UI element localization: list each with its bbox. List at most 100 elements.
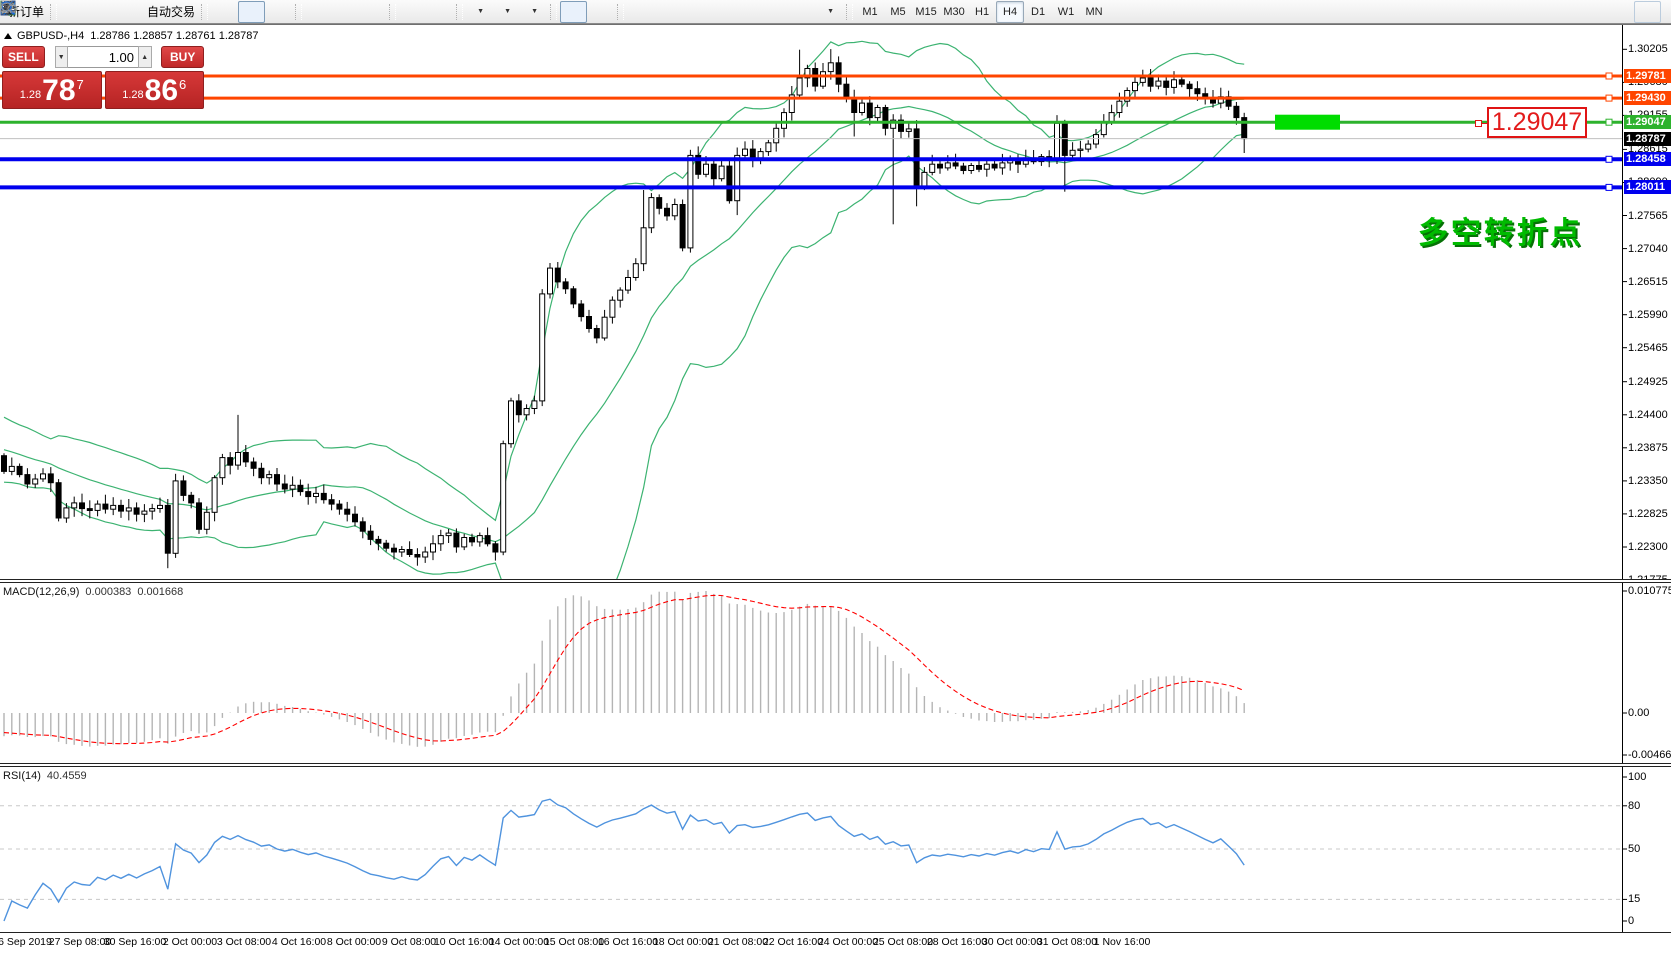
trendline-button[interactable] [681,1,708,23]
time-axis-label: 25 Oct 08:00 [873,936,933,948]
zoom-in-button[interactable] [305,1,332,23]
candle-body [938,164,943,168]
rsi-chart-canvas[interactable] [0,767,1671,932]
time-axis-label: 6 Sep 2019 [0,936,52,948]
candlestick-button[interactable] [238,1,265,23]
candle-body [735,155,740,200]
bollinger-band [4,99,1244,542]
autotrading-button[interactable]: 自动交易 [141,1,198,23]
price-tick-label: 1.30205 [1628,43,1668,55]
candle-body [9,466,14,471]
timeframe-m1[interactable]: M1 [856,1,884,23]
horizontal-line-button[interactable] [654,1,681,23]
candle-body [275,475,280,484]
bar-chart-button[interactable] [211,1,238,23]
candle-body [431,544,436,552]
hline-handle[interactable] [1606,156,1612,162]
bollinger-band [4,41,1244,520]
timeframe-h1[interactable]: H1 [968,1,996,23]
volume-input[interactable] [68,46,138,68]
candle-body [532,401,537,409]
rsi-tick-label: 100 [1628,771,1646,783]
candle-body [56,483,61,518]
search-button[interactable] [1607,1,1634,23]
timeframe-d1[interactable]: D1 [1024,1,1052,23]
buy-price-box[interactable]: 1.28 86 6 [105,71,205,109]
hline-handle[interactable] [1606,95,1612,101]
price-tick-label: 1.22300 [1628,541,1668,553]
sell-button[interactable]: SELL [2,46,45,68]
pivot-annotation-text[interactable]: 多空转折点 [1418,208,1583,252]
equidistant-channel-button[interactable]: E [708,1,735,23]
candle-body [438,536,443,544]
candle-body [555,268,560,282]
time-axis[interactable]: 6 Sep 201927 Sep 08:0030 Sep 16:002 Oct … [0,932,1671,953]
candle-body [33,479,38,484]
chart-shift-button[interactable] [426,1,453,23]
timeframe-m15[interactable]: M15 [912,1,940,23]
candle-body [1000,163,1005,168]
time-axis-label: 9 Oct 08:00 [382,936,436,948]
navigator-button[interactable] [114,1,141,23]
candle-body [1195,89,1200,94]
candle-body [267,475,272,478]
candle-body [509,401,514,444]
candle-body [87,509,92,511]
market-watch-button[interactable] [60,1,87,23]
cursor-button[interactable] [560,1,587,23]
candle-body [360,522,365,531]
periods-button[interactable]: ▼ [493,1,520,23]
line-chart-button[interactable] [265,1,292,23]
indicators-button[interactable]: ▼ [466,1,493,23]
price-annotation-box[interactable]: 1.29047 [1487,107,1587,138]
candle-body [1140,78,1145,82]
candle-body [1148,78,1153,86]
candle-body [984,164,989,169]
zoom-out-button[interactable] [332,1,359,23]
tile-windows-button[interactable] [359,1,386,23]
crosshair-button[interactable] [587,1,614,23]
timeframe-w1[interactable]: W1 [1052,1,1080,23]
hline-handle[interactable] [1606,73,1612,79]
volume-up-button[interactable]: ▲ [138,46,152,68]
vertical-line-button[interactable] [627,1,654,23]
data-window-button[interactable] [87,1,114,23]
window-collapse-icon[interactable] [4,33,12,39]
auto-scroll-button[interactable] [399,1,426,23]
sell-price-prefix: 1.28 [20,89,41,101]
volume-down-button[interactable]: ▼ [55,46,69,68]
macd-chart-canvas[interactable] [0,583,1671,763]
autotrading-label: 自动交易 [147,3,195,20]
sell-price-box[interactable]: 1.28 78 7 [2,71,102,109]
timeframe-m5[interactable]: M5 [884,1,912,23]
chat-button[interactable] [1634,1,1661,23]
toolbar-grip [846,4,853,20]
sell-price-sup: 7 [77,77,84,92]
candle-body [1078,149,1083,150]
candle-body [540,294,545,401]
price-line-label-resistance-2: 1.29430 [1624,91,1671,105]
templates-button[interactable]: ▼ [520,1,547,23]
buy-button[interactable]: BUY [161,46,204,68]
candle-body [1086,144,1091,149]
buy-price-prefix: 1.28 [122,89,143,101]
text-button[interactable]: A [762,1,789,23]
highlight-rect-annotation[interactable] [1275,115,1340,130]
timeframe-mn[interactable]: MN [1080,1,1108,23]
toolbar-grip [50,4,57,20]
candle-body [883,108,888,129]
price-chart-canvas[interactable] [0,25,1671,579]
shapes-button[interactable]: ▼ [816,1,843,23]
candle-body [95,504,100,510]
hline-handle[interactable] [1606,119,1612,125]
candle-body [306,492,311,497]
candle-body [1164,81,1169,87]
text-label-button[interactable]: T [789,1,816,23]
fibonacci-button[interactable]: F [735,1,762,23]
timeframe-h4[interactable]: H4 [996,1,1024,23]
rsi-label: RSI(14)40.4559 [3,770,87,782]
price-tick-label: 1.26515 [1628,276,1668,288]
timeframe-m30[interactable]: M30 [940,1,968,23]
candle-body [298,485,303,491]
hline-handle[interactable] [1606,184,1612,190]
